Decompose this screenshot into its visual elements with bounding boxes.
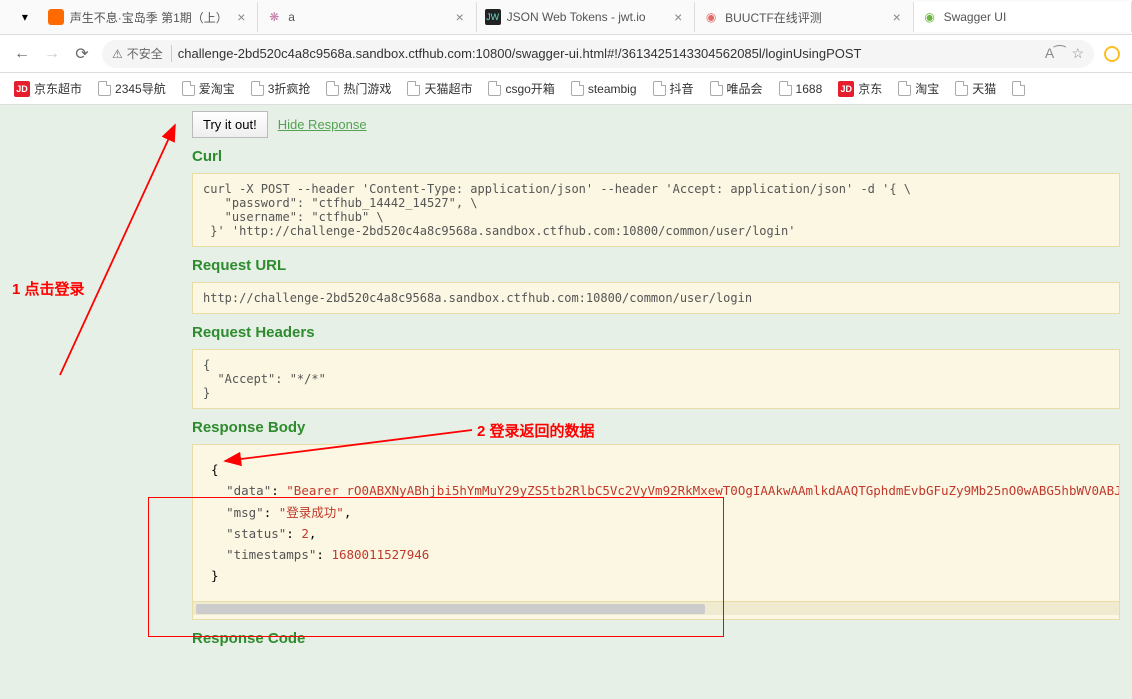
tab-3[interactable]: ◉ BUUCTF在线评测 ×	[695, 2, 913, 32]
bookmark-label: 京东	[858, 80, 882, 97]
bookmark-item[interactable]: 3折疯抢	[245, 76, 317, 101]
jd-icon: JD	[14, 81, 30, 97]
security-indicator[interactable]: ⚠ 不安全	[112, 45, 172, 62]
tab-1[interactable]: ❋ a ×	[258, 2, 476, 32]
curl-title: Curl	[192, 148, 1120, 165]
page-icon	[571, 81, 584, 96]
bookmark-item[interactable]: 1688	[773, 77, 829, 100]
refresh-button[interactable]: ⟳	[72, 44, 92, 64]
browser-tabs-row: ▾ 声生不息·宝岛季 第1期（上） × ❋ a × JW JSON Web To…	[0, 0, 1132, 35]
annotation-label-1: 1 点击登录	[12, 278, 85, 299]
bookmark-label: 热门游戏	[343, 80, 391, 97]
bookmark-label: 京东超市	[34, 80, 82, 97]
page-icon	[182, 81, 195, 96]
page-icon	[407, 81, 420, 96]
forward-button[interactable]: →	[42, 45, 62, 63]
page-icon	[326, 81, 339, 96]
bookmark-item[interactable]: steambig	[565, 77, 643, 100]
page-icon	[710, 81, 723, 96]
tab-icon-0	[48, 9, 64, 25]
tab-icon-1: ❋	[266, 9, 282, 25]
url-input[interactable]: ⚠ 不安全 challenge-2bd520c4a8c9568a.sandbox…	[102, 40, 1094, 68]
page-icon	[653, 81, 666, 96]
jd-icon: JD	[838, 81, 854, 97]
response-body-title: Response Body	[192, 419, 1120, 436]
tab-title: 声生不息·宝岛季 第1期（上）	[70, 9, 233, 26]
warning-icon: ⚠	[112, 47, 123, 61]
bookmark-label: 淘宝	[915, 80, 939, 97]
tab-title: BUUCTF在线评测	[725, 9, 888, 26]
profile-icon[interactable]	[1104, 46, 1120, 62]
page-icon	[251, 81, 264, 96]
bookmark-item[interactable]: 淘宝	[892, 76, 945, 101]
bookmark-item[interactable]: 抖音	[647, 76, 700, 101]
page-icon	[898, 81, 911, 96]
bookmark-item[interactable]: 唯品会	[704, 76, 769, 101]
tab-icon-2: JW	[485, 9, 501, 25]
bookmark-item[interactable]: csgo开箱	[482, 76, 560, 101]
try-it-out-button[interactable]: Try it out!	[192, 111, 268, 138]
insecure-label: 不安全	[127, 45, 163, 62]
tab-dropdown-icon[interactable]: ▾	[10, 10, 40, 24]
bookmark-label: 爱淘宝	[199, 80, 235, 97]
annotation-label-2: 2 登录返回的数据	[477, 420, 595, 441]
hide-response-link[interactable]: Hide Response	[278, 117, 367, 132]
bookmark-label: 3折疯抢	[268, 80, 311, 97]
tab-title: a	[288, 10, 451, 24]
arrow-1	[60, 125, 175, 375]
close-icon[interactable]: ×	[456, 9, 468, 25]
tab-icon-4: ◉	[922, 9, 938, 25]
bookmark-label: 天猫	[972, 80, 996, 97]
bookmark-item[interactable]: 爱淘宝	[176, 76, 241, 101]
bookmark-label: 抖音	[670, 80, 694, 97]
request-headers-block[interactable]: { "Accept": "*/*" }	[192, 349, 1120, 409]
bookmark-label: steambig	[588, 82, 637, 96]
page-icon	[98, 81, 111, 96]
back-button[interactable]: ←	[12, 45, 32, 63]
try-it-row: Try it out! Hide Response	[192, 111, 1124, 138]
favorite-icon[interactable]: ☆	[1071, 45, 1084, 62]
reader-mode-icon[interactable]: A⁀	[1045, 45, 1066, 62]
request-url-block[interactable]: http://challenge-2bd520c4a8c9568a.sandbo…	[192, 282, 1120, 314]
bookmark-label: 唯品会	[727, 80, 763, 97]
bookmark-label: csgo开箱	[505, 80, 554, 97]
close-icon[interactable]: ×	[237, 9, 249, 25]
request-url-title: Request URL	[192, 257, 1120, 274]
tab-icon-3: ◉	[703, 9, 719, 25]
bookmark-label: 2345导航	[115, 80, 166, 97]
bookmark-item[interactable]: 热门游戏	[320, 76, 397, 101]
tab-0[interactable]: 声生不息·宝岛季 第1期（上） ×	[40, 2, 258, 32]
bookmark-label: 天猫超市	[424, 80, 472, 97]
bookmark-item[interactable]: JD京东	[832, 76, 888, 101]
bookmark-item-more[interactable]	[1006, 77, 1031, 100]
close-icon[interactable]: ×	[674, 9, 686, 25]
bookmark-label: 1688	[796, 82, 823, 96]
page-icon	[1012, 81, 1025, 96]
page-icon	[488, 81, 501, 96]
bookmarks-bar: JD京东超市 2345导航 爱淘宝 3折疯抢 热门游戏 天猫超市 csgo开箱 …	[0, 73, 1132, 105]
address-bar-row: ← → ⟳ ⚠ 不安全 challenge-2bd520c4a8c9568a.s…	[0, 35, 1132, 73]
close-icon[interactable]: ×	[893, 9, 905, 25]
page-icon	[955, 81, 968, 96]
url-text: challenge-2bd520c4a8c9568a.sandbox.ctfhu…	[178, 46, 1039, 61]
tab-title: JSON Web Tokens - jwt.io	[507, 10, 670, 24]
tab-2[interactable]: JW JSON Web Tokens - jwt.io ×	[477, 2, 695, 32]
curl-block[interactable]: curl -X POST --header 'Content-Type: app…	[192, 173, 1120, 247]
tab-title: Swagger UI	[944, 10, 1123, 24]
annotation-box	[148, 497, 724, 637]
bookmark-item[interactable]: 天猫	[949, 76, 1002, 101]
bookmark-item[interactable]: 天猫超市	[401, 76, 478, 101]
bookmark-item[interactable]: JD京东超市	[8, 76, 88, 101]
bookmark-item[interactable]: 2345导航	[92, 76, 172, 101]
request-headers-title: Request Headers	[192, 324, 1120, 341]
tab-4[interactable]: ◉ Swagger UI	[914, 2, 1132, 32]
page-icon	[779, 81, 792, 96]
